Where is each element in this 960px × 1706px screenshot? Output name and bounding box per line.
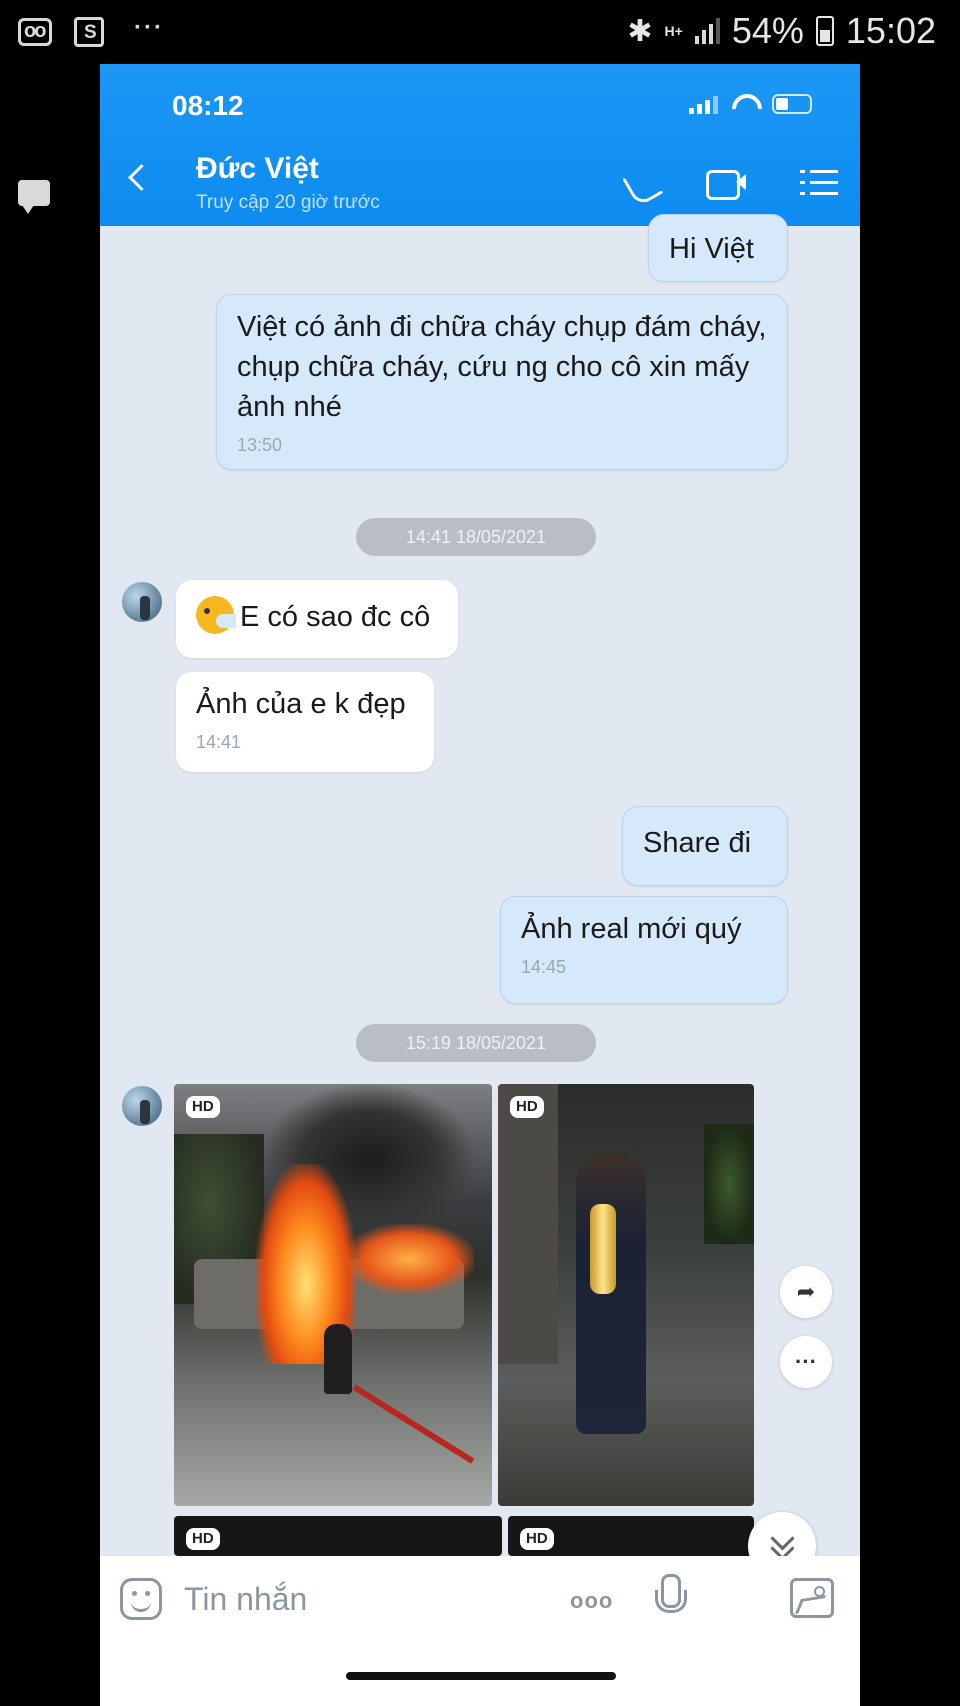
message-bubble-sent[interactable]: Hi Việt [648, 214, 788, 282]
message-text: Ảnh của e k đẹp [196, 688, 406, 720]
more-icon[interactable]: ooo [570, 1588, 613, 1614]
home-indicator[interactable] [346, 1672, 616, 1680]
message-bubble-sent[interactable]: Ảnh real mới quý 14:45 [500, 896, 788, 1004]
hd-badge: HD [520, 1528, 554, 1550]
voicemail-icon [18, 18, 52, 46]
message-composer: ooo [100, 1556, 860, 1706]
signal-icon [694, 18, 720, 44]
message-text: Hi Việt [669, 233, 754, 265]
contact-avatar[interactable] [120, 580, 164, 624]
hd-badge: HD [186, 1528, 220, 1550]
wifi-icon [732, 94, 758, 114]
inner-clock: 08:12 [172, 90, 244, 121]
chat-header: 08:12 Đức Việt Truy cập 20 giờ trước [100, 64, 860, 226]
message-notification-icon [18, 180, 50, 214]
message-input[interactable] [184, 1574, 544, 1624]
hd-badge: HD [510, 1096, 544, 1118]
message-time: 13:50 [237, 435, 283, 455]
microphone-icon[interactable] [654, 1574, 687, 1622]
date-separator: 15:19 18/05/2021 [356, 1024, 596, 1062]
message-bubble-sent[interactable]: Việt có ảnh đi chữa cháy chụp đám cháy, … [216, 294, 788, 470]
menu-icon[interactable] [800, 166, 840, 200]
message-text: Share đi [643, 827, 752, 859]
message-bubble-received[interactable]: E có sao đc cô [176, 580, 458, 658]
more-notifications-icon: ··· [134, 14, 164, 41]
message-time: 14:45 [521, 957, 567, 977]
sticker-icon[interactable] [120, 1578, 162, 1620]
inner-status-icons [689, 94, 812, 114]
more-options-icon[interactable]: ··· [780, 1336, 832, 1388]
hd-badge: HD [186, 1096, 220, 1118]
message-time: 14:41 [196, 732, 242, 752]
date-separator: 14:41 18/05/2021 [356, 518, 596, 556]
image-icon[interactable] [790, 1578, 834, 1618]
back-icon[interactable] [124, 164, 154, 194]
clock: 15:02 [845, 10, 936, 51]
message-bubble-sent[interactable]: Share đi [622, 806, 788, 886]
message-text: E có sao đc cô [240, 601, 431, 633]
message-text: Ảnh real mới quý [521, 913, 742, 945]
contact-avatar[interactable] [120, 1084, 164, 1128]
contact-name[interactable]: Đức Việt [196, 152, 319, 186]
message-bubble-received[interactable]: Ảnh của e k đẹp 14:41 [176, 672, 434, 772]
notification-icons: ··· [18, 14, 164, 214]
photo-thumbnail[interactable]: HD [508, 1516, 754, 1556]
chat-screen: 08:12 Đức Việt Truy cập 20 giờ trước Hi … [100, 64, 860, 1706]
battery-icon [815, 16, 834, 46]
inner-battery-icon [772, 94, 812, 114]
share-icon[interactable]: ➦ [780, 1266, 832, 1318]
status-right: ✱ H+ 54% 15:02 [627, 10, 936, 52]
firefighter-photo[interactable]: HD [498, 1084, 754, 1506]
bluetooth-icon: ✱ [627, 14, 653, 48]
message-list[interactable]: Hi Việt Việt có ảnh đi chữa cháy chụp đá… [100, 214, 860, 1580]
inner-signal-icon [689, 94, 718, 114]
phone-call-icon[interactable] [620, 166, 660, 200]
message-text: Việt có ảnh đi chữa cháy chụp đám cháy, … [237, 311, 767, 423]
video-call-icon[interactable] [706, 166, 746, 200]
fire-truck-photo[interactable]: HD [174, 1084, 492, 1506]
device-status-bar: ··· ✱ H+ 54% 15:02 [0, 0, 960, 214]
network-type-label: H+ [664, 23, 683, 39]
photo-thumbnail[interactable]: HD [174, 1516, 502, 1556]
battery-percent: 54% [731, 10, 804, 51]
emoji-icon [196, 596, 236, 634]
shopee-icon [74, 17, 104, 47]
contact-last-seen: Truy cập 20 giờ trước [196, 192, 380, 213]
